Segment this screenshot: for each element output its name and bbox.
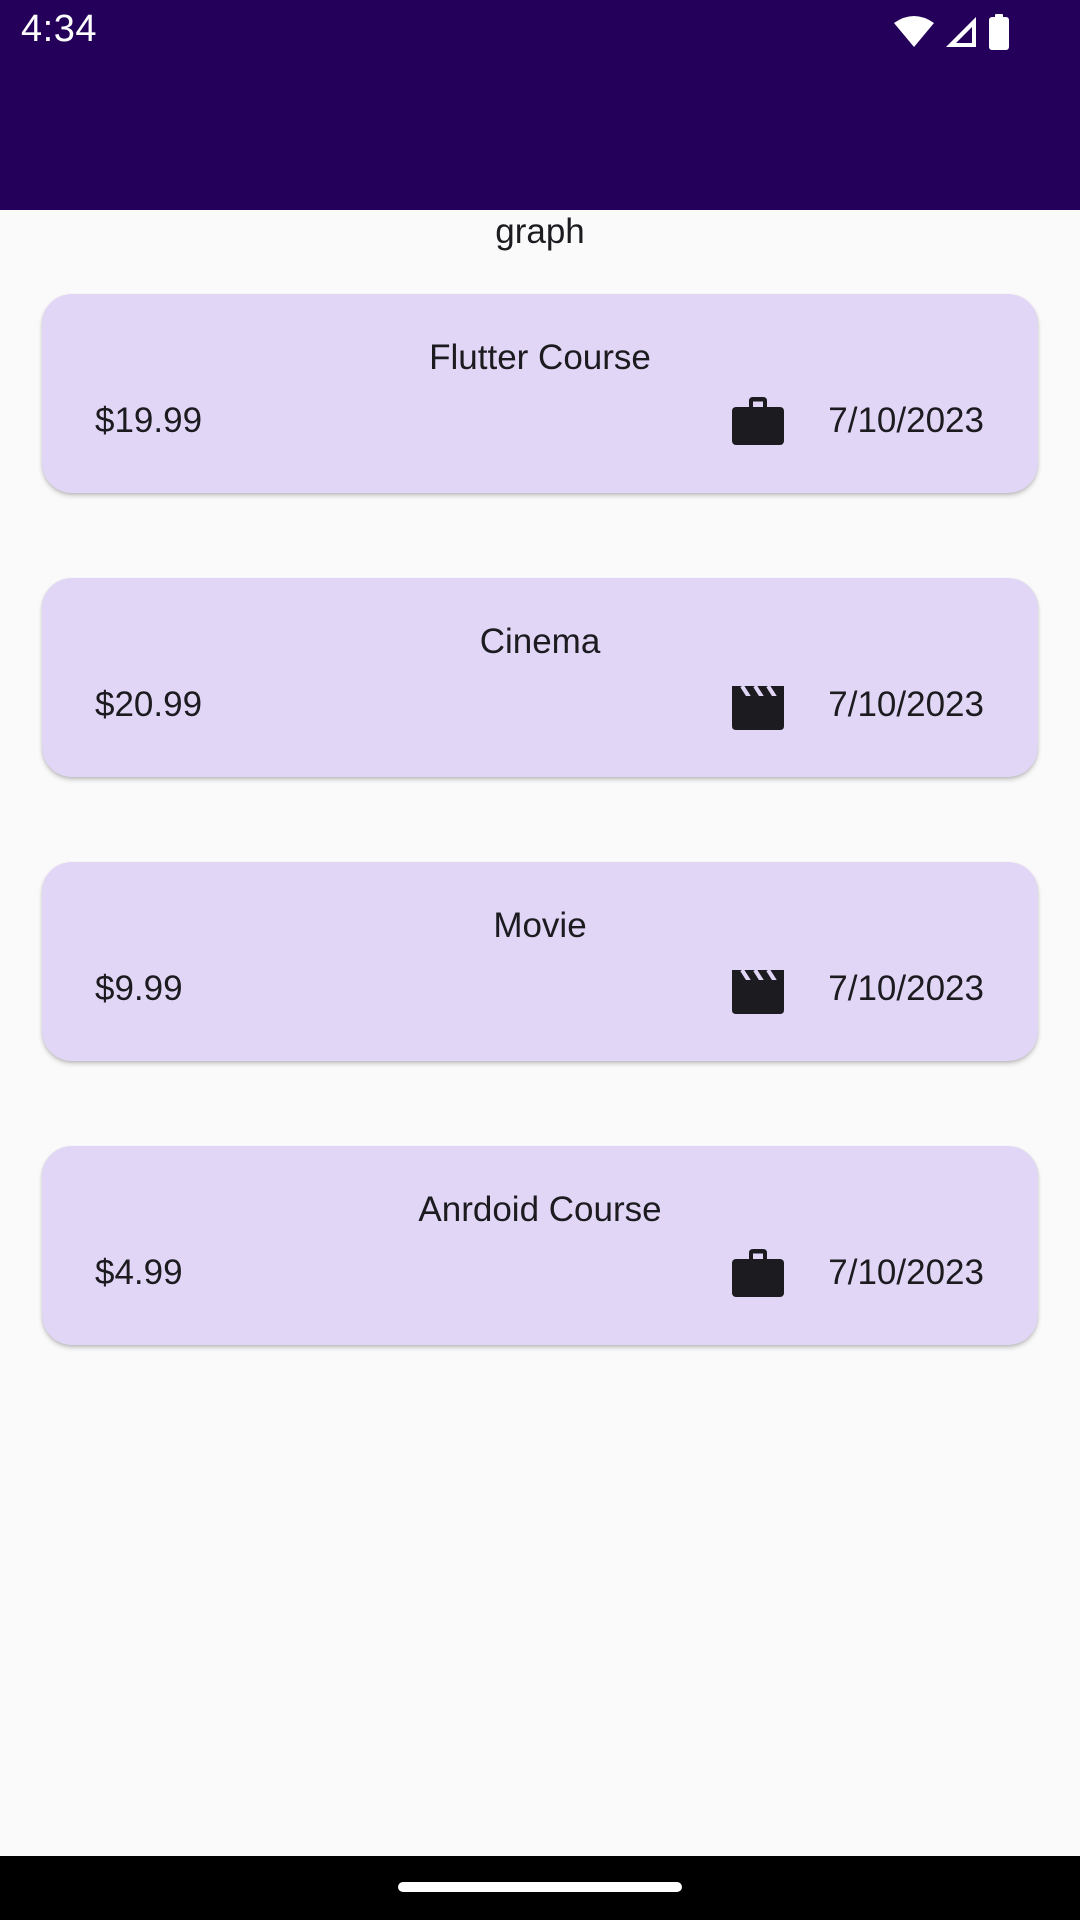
movie-clapper-icon [732, 684, 784, 730]
status-icons [894, 14, 1010, 50]
home-indicator[interactable] [398, 1882, 682, 1892]
briefcase-icon [732, 1249, 784, 1297]
screen: 4:34 graph Flutter Course $19.99 7/10/20… [0, 0, 1080, 1920]
transaction-title: Flutter Course [429, 338, 651, 377]
transaction-title: Movie [493, 906, 587, 945]
transaction-date: 7/10/2023 [828, 401, 984, 440]
status-time: 4:34 [21, 8, 97, 50]
transaction-title: Anrdoid Course [418, 1190, 662, 1229]
transaction-card[interactable]: Flutter Course $19.99 7/10/2023 [42, 294, 1038, 493]
transaction-date: 7/10/2023 [828, 685, 984, 724]
transaction-amount: $4.99 [95, 1253, 183, 1292]
status-bar: 4:34 [0, 0, 1080, 64]
transaction-title: Cinema [479, 622, 601, 661]
transaction-amount: $19.99 [95, 401, 203, 440]
transaction-card[interactable]: Anrdoid Course $4.99 7/10/2023 [42, 1146, 1038, 1345]
signal-icon [946, 17, 976, 47]
transaction-date: 7/10/2023 [828, 969, 984, 1008]
transaction-card[interactable]: Cinema $20.99 7/10/2023 [42, 578, 1038, 777]
transaction-date: 7/10/2023 [828, 1253, 984, 1292]
transaction-amount: $20.99 [95, 685, 203, 724]
battery-icon [989, 14, 1009, 50]
briefcase-icon [732, 397, 784, 445]
transaction-list: Flutter Course $19.99 7/10/2023 Cinema $… [42, 294, 1038, 1430]
navigation-bar [0, 1856, 1080, 1920]
app-bar: 4:34 [0, 0, 1080, 210]
transaction-card[interactable]: Movie $9.99 7/10/2023 [42, 862, 1038, 1061]
movie-clapper-icon [732, 968, 784, 1014]
transaction-amount: $9.99 [95, 969, 183, 1008]
graph-label: graph [495, 212, 585, 251]
wifi-icon [894, 16, 934, 47]
